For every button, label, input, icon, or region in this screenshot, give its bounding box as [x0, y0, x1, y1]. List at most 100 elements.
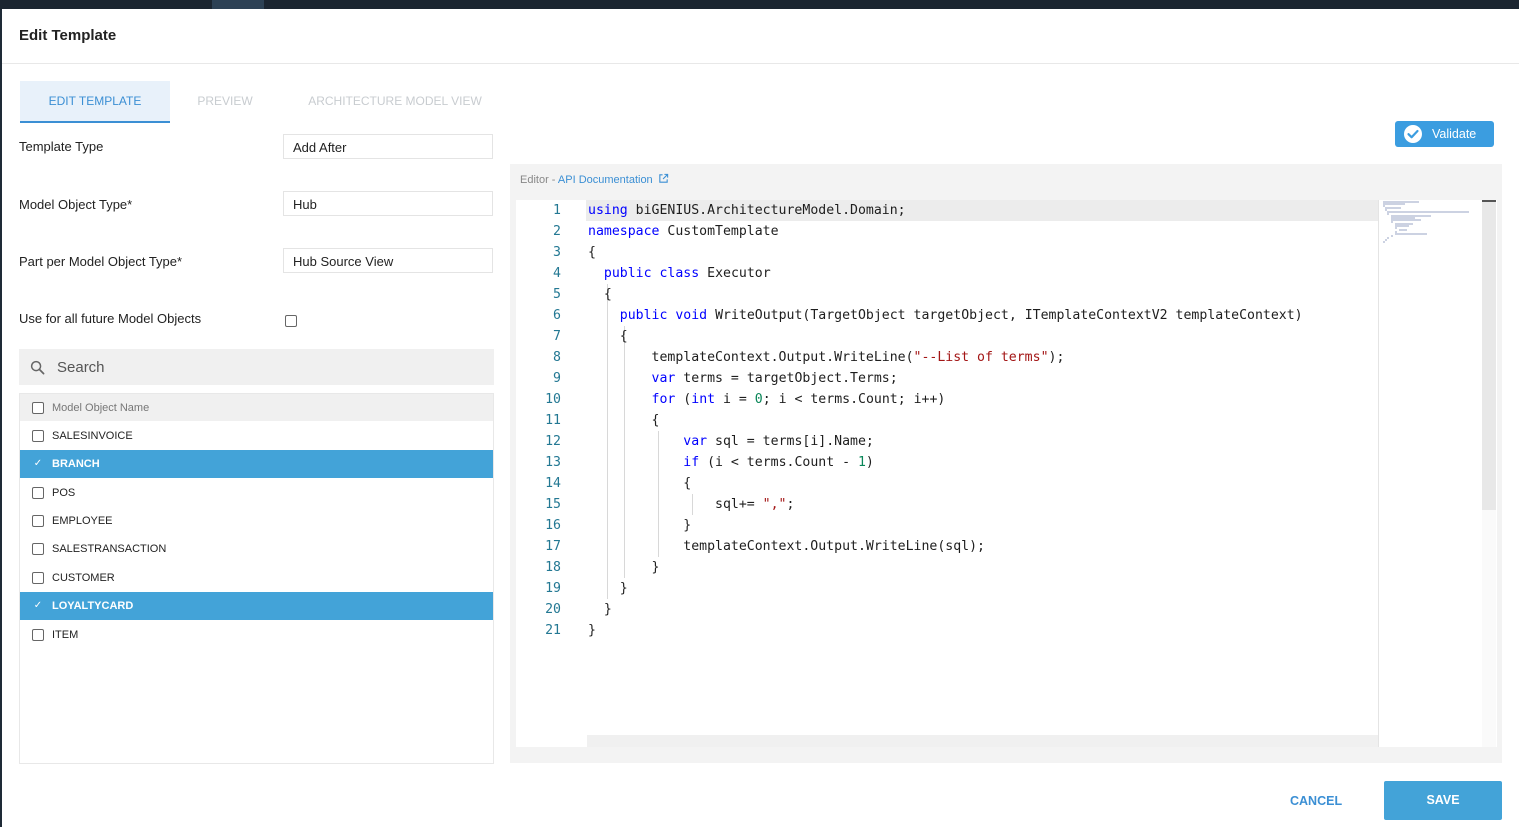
search-box [19, 349, 494, 385]
line-number: 8 [553, 350, 561, 365]
check-icon[interactable]: ✓ [32, 458, 44, 470]
line-number: 4 [553, 266, 561, 281]
minimap-preview [1383, 201, 1469, 243]
search-icon [30, 360, 45, 375]
editor-minimap[interactable] [1378, 200, 1483, 747]
validate-label: Validate [1432, 127, 1477, 141]
vertical-scrollbar[interactable] [1482, 200, 1496, 747]
code-text: } [588, 560, 660, 575]
code-text: using biGENIUS.ArchitectureModel.Domain; [588, 203, 906, 218]
part-per-model-object-type-field[interactable]: Hub Source View [283, 248, 493, 273]
code-text: { [588, 245, 596, 260]
save-button[interactable]: SAVE [1384, 781, 1502, 820]
code-text: } [588, 581, 628, 596]
check-circle-icon [1404, 125, 1422, 143]
list-item-customer[interactable]: CUSTOMER [20, 564, 493, 592]
list-item-branch[interactable]: ✓ BRANCH [20, 450, 493, 478]
code-text: } [588, 623, 596, 638]
list-item-label: SALESINVOICE [52, 430, 133, 442]
code-text: namespace CustomTemplate [588, 224, 779, 239]
row-checkbox[interactable] [32, 487, 44, 499]
line-number: 7 [553, 329, 561, 344]
row-checkbox[interactable] [32, 430, 44, 442]
code-text: sql+= ","; [588, 497, 795, 512]
code-text: for (int i = 0; i < terms.Count; i++) [651, 392, 946, 407]
list-item-loyaltycard[interactable]: ✓ LOYALTYCARD [20, 592, 493, 620]
list-header: Model Object Name [20, 394, 493, 421]
editor-caption-prefix: Editor - [520, 174, 558, 186]
line-number: 21 [545, 623, 561, 638]
api-documentation-link[interactable]: API Documentation [558, 174, 653, 186]
edit-template-dialog: Edit Template EDIT TEMPLATE PREVIEW ARCH… [2, 9, 1519, 827]
model-object-type-field[interactable]: Hub [283, 191, 493, 216]
editor-caption: Editor - API Documentation [520, 173, 669, 186]
code-text: var sql = terms[i].Name; [683, 434, 874, 449]
template-type-field[interactable]: Add After [283, 134, 493, 159]
cancel-button[interactable]: CANCEL [1290, 794, 1342, 808]
model-object-type-label: Model Object Type* [19, 197, 133, 212]
horizontal-scrollbar[interactable] [587, 735, 1379, 747]
list-item-label: ITEM [52, 629, 79, 641]
dialog-header: Edit Template [2, 9, 1519, 64]
line-number: 10 [545, 392, 561, 407]
dialog-title: Edit Template [19, 27, 117, 44]
line-number: 19 [545, 581, 561, 596]
external-link-icon[interactable] [658, 173, 669, 184]
line-number: 17 [545, 539, 561, 554]
list-item-label: EMPLOYEE [52, 515, 113, 527]
list-item-salesinvoice[interactable]: SALESINVOICE [20, 422, 493, 450]
code-text: { [588, 287, 612, 302]
list-item-employee[interactable]: EMPLOYEE [20, 507, 493, 535]
list-item-pos[interactable]: POS [20, 479, 493, 507]
line-number: 15 [545, 497, 561, 512]
check-icon[interactable]: ✓ [32, 600, 44, 612]
code-text: { [588, 329, 628, 344]
list-item-salestransaction[interactable]: SALESTRANSACTION [20, 535, 493, 563]
line-number: 1 [553, 203, 561, 218]
line-number: 2 [553, 224, 561, 239]
validate-button[interactable]: Validate [1395, 121, 1494, 147]
code-text: templateContext.Output.WriteLine(sql); [588, 539, 985, 554]
line-number: 16 [545, 518, 561, 533]
line-number: 14 [545, 476, 561, 491]
line-number: 12 [545, 434, 561, 449]
use-for-future-checkbox[interactable] [285, 315, 297, 327]
line-number: 9 [553, 371, 561, 386]
top-bar-active-tab [212, 0, 264, 9]
code-text: public void WriteOutput(TargetObject tar… [619, 308, 1303, 323]
app-top-bar [0, 0, 1519, 9]
row-checkbox[interactable] [32, 572, 44, 584]
line-number: 20 [545, 602, 561, 617]
list-item-label: SALESTRANSACTION [52, 543, 167, 555]
list-item-label: LOYALTYCARD [52, 600, 134, 612]
template-type-label: Template Type [19, 139, 104, 154]
list-item-label: CUSTOMER [52, 572, 115, 584]
editor-panel: Editor - API Documentation 1 using biGENI… [510, 164, 1502, 763]
line-number: 18 [545, 560, 561, 575]
code-editor[interactable]: 1 using biGENIUS.ArchitectureModel.Domain… [516, 200, 1497, 747]
row-checkbox[interactable] [32, 515, 44, 527]
code-text: templateContext.Output.WriteLine("--List… [588, 350, 1065, 365]
tab-architecture-model-view[interactable]: ARCHITECTURE MODEL VIEW [290, 81, 500, 121]
use-for-future-label: Use for all future Model Objects [19, 311, 202, 326]
tab-preview[interactable]: PREVIEW [180, 81, 270, 121]
code-text: public class Executor [603, 266, 771, 281]
search-input[interactable] [57, 349, 477, 385]
list-item-item[interactable]: ITEM [20, 621, 493, 649]
row-checkbox[interactable] [32, 629, 44, 641]
list-item-label: BRANCH [52, 458, 100, 470]
list-item-label: POS [52, 487, 76, 499]
list-header-label: Model Object Name [52, 402, 150, 414]
part-per-model-object-type-label: Part per Model Object Type* [19, 254, 183, 269]
scrollbar-thumb[interactable] [1482, 200, 1496, 510]
line-number: 5 [553, 287, 561, 302]
row-checkbox[interactable] [32, 543, 44, 555]
line-number: 3 [553, 245, 561, 260]
code-text: } [588, 602, 612, 617]
code-text: } [588, 518, 692, 533]
tab-edit-template[interactable]: EDIT TEMPLATE [20, 81, 170, 123]
code-text: { [588, 476, 692, 491]
code-text: { [588, 413, 660, 428]
select-all-checkbox[interactable] [32, 402, 44, 414]
code-text: var terms = targetObject.Terms; [651, 371, 898, 386]
